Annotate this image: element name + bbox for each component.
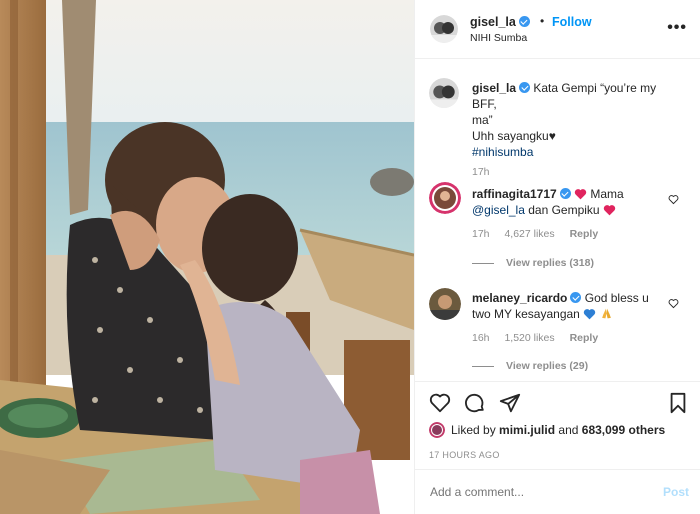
- post-side-panel: gisel_la • Follow NIHI Sumba ••• gisel_l…: [414, 0, 700, 514]
- reply-button[interactable]: Reply: [570, 332, 599, 344]
- caption-text: gisel_la Kata Gempi “you’re my BFF, ma” …: [472, 80, 672, 160]
- liked-by-others[interactable]: 683,099 others: [582, 423, 665, 437]
- comment-text-a: Mama: [590, 187, 624, 201]
- hashtag-link[interactable]: #nihisumba: [472, 145, 533, 159]
- view-replies-line: [472, 262, 494, 264]
- comment-likes[interactable]: 1,520 likes: [504, 332, 554, 344]
- post-comment-button[interactable]: Post: [663, 485, 689, 499]
- comment-text: raffinagita1717 Mama @gisel_la dan Gempi…: [472, 186, 672, 218]
- follow-button[interactable]: Follow: [552, 15, 592, 29]
- view-replies-text[interactable]: View replies (29): [506, 360, 588, 372]
- comment-text: melaney_ricardo God bless u two MY kesay…: [472, 290, 672, 322]
- comment-like-heart-icon[interactable]: [668, 298, 679, 309]
- folded-hands-icon: [601, 308, 611, 319]
- comment-text-b: two MY kesayangan: [472, 307, 580, 321]
- header-separator: •: [540, 14, 545, 28]
- bookmark-icon[interactable]: [667, 392, 689, 414]
- post-photo[interactable]: [0, 0, 414, 514]
- view-replies-line: [472, 365, 494, 367]
- comment-time: 17h: [472, 228, 490, 240]
- caption-time: 17h: [472, 166, 490, 178]
- comment-meta: 17h 4,627 likes Reply: [472, 228, 610, 240]
- comment-text-b: dan Gempiku: [528, 203, 600, 217]
- liker-username[interactable]: mimi.julid: [499, 423, 555, 437]
- author-username-text[interactable]: gisel_la: [470, 15, 516, 29]
- reply-button[interactable]: Reply: [570, 228, 599, 240]
- comment-time: 16h: [472, 332, 490, 344]
- commenter-avatar[interactable]: [429, 288, 461, 320]
- photo-illustration: [0, 0, 414, 514]
- caption-meta: 17h: [472, 166, 502, 178]
- caption-username[interactable]: gisel_la: [472, 81, 516, 95]
- comment-likes[interactable]: 4,627 likes: [504, 228, 554, 240]
- verified-badge-icon: [519, 82, 531, 93]
- comment-like-heart-icon[interactable]: [668, 194, 679, 205]
- comment-text-a: God bless u: [584, 291, 649, 305]
- verified-badge-icon: [559, 188, 571, 199]
- verified-badge-icon: [518, 16, 530, 27]
- caption-line-3: Uhh sayangku: [472, 129, 549, 143]
- caption-line-2: ma”: [472, 113, 493, 127]
- commenter-avatar[interactable]: [429, 182, 461, 214]
- verified-badge-icon: [570, 292, 582, 303]
- comment-username[interactable]: raffinagita1717: [472, 187, 557, 201]
- blue-heart-icon: [583, 309, 596, 320]
- liked-by: Liked by mimi.julid and 683,099 others: [429, 422, 665, 440]
- post-location[interactable]: NIHI Sumba: [470, 32, 527, 44]
- comment-meta: 16h 1,520 likes Reply: [472, 332, 610, 344]
- caption-heart-suffix: ♥: [548, 129, 556, 143]
- comment-input[interactable]: [430, 485, 630, 499]
- comment-mention[interactable]: @gisel_la: [472, 203, 525, 217]
- post-actions: Liked by mimi.julid and 683,099 others 1…: [415, 381, 700, 461]
- post-timestamp[interactable]: 17 HOURS AGO: [429, 450, 500, 460]
- post-header: gisel_la • Follow NIHI Sumba •••: [415, 0, 700, 59]
- view-replies-button[interactable]: View replies (29): [472, 360, 588, 372]
- view-replies-button[interactable]: View replies (318): [472, 257, 594, 269]
- action-icons: [429, 392, 689, 416]
- red-heart-icon: [574, 189, 587, 200]
- comments-list[interactable]: gisel_la Kata Gempi “you’re my BFF, ma” …: [415, 60, 700, 380]
- author-avatar[interactable]: [430, 15, 458, 43]
- comment-icon[interactable]: [464, 392, 486, 414]
- comment-username[interactable]: melaney_ricardo: [472, 291, 567, 305]
- paper-plane-icon[interactable]: [499, 392, 521, 414]
- liker-avatar[interactable]: [429, 422, 445, 438]
- heart-icon[interactable]: [429, 392, 451, 414]
- view-replies-text[interactable]: View replies (318): [506, 257, 594, 269]
- liked-by-joiner: and: [558, 423, 579, 437]
- add-comment-bar: Post: [415, 469, 700, 514]
- instagram-post: gisel_la • Follow NIHI Sumba ••• gisel_l…: [0, 0, 700, 514]
- author-username[interactable]: gisel_la: [470, 15, 530, 29]
- caption-avatar[interactable]: [429, 78, 459, 108]
- more-options-icon[interactable]: •••: [667, 19, 687, 37]
- red-heart-icon: [603, 205, 616, 216]
- liked-by-prefix: Liked by: [451, 423, 496, 437]
